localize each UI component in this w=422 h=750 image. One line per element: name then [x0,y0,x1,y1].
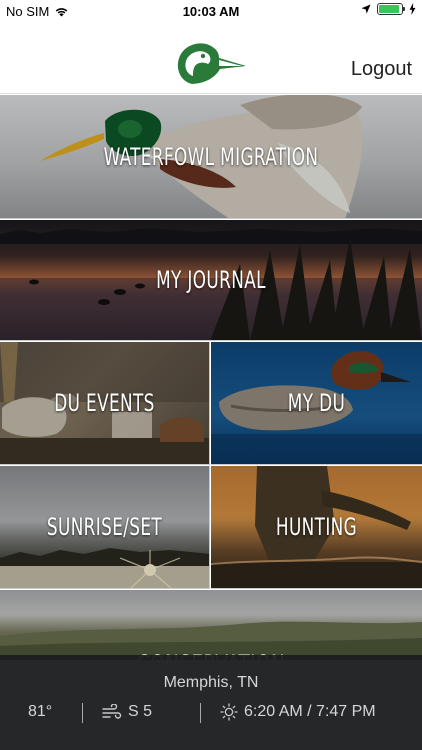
sun-icon [220,703,238,721]
status-right [361,3,416,15]
sun-times-value: 6:20 AM / 7:47 PM [244,703,376,720]
charging-bolt-icon [409,3,416,15]
logout-button[interactable]: Logout [351,58,412,81]
ducks-unlimited-logo [177,43,246,84]
tile-my-du[interactable]: MY DU [211,342,422,465]
weather-bar: Memphis, TN 81° S 5 6:20 AM / 7:47 PM [0,655,422,750]
tile-hunting[interactable]: HUNTING [211,466,422,589]
wind-icon [102,704,122,719]
tile-label-waterfowl-migration: WATERFOWL MIGRATION [103,142,319,171]
sun-times: 6:20 AM / 7:47 PM [220,703,376,721]
weather-details: 81° S 5 6:20 AM / 7:47 PM [0,703,422,725]
tile-label-hunting: HUNTING [275,513,358,541]
app-header: Logout [0,22,422,94]
status-bar: No SIM 10:03 AM [0,0,422,22]
tile-conservation[interactable]: CONSERVATION [0,590,422,660]
temperature-value: 81° [28,703,53,720]
tile-du-events[interactable]: DU EVENTS [0,342,210,465]
tile-label-sunrise-sunset: SUNRISE/SET [46,513,163,541]
wind-value: S 5 [128,703,153,720]
tile-my-journal[interactable]: MY JOURNAL [0,220,422,341]
weather-divider [82,703,83,723]
weather-city: Memphis, TN [163,674,259,691]
battery-icon [377,3,405,15]
tile-label-du-events: DU EVENTS [54,389,155,417]
location-arrow-icon [361,4,371,14]
tile-waterfowl-migration[interactable]: WATERFOWL MIGRATION [0,95,422,219]
wind-info: S 5 [102,703,152,721]
tile-label-my-journal: MY JOURNAL [156,266,266,294]
clock: 10:03 AM [182,4,240,19]
tile-label-my-du: MY DU [287,389,346,417]
tile-sunrise-sunset[interactable]: SUNRISE/SET [0,466,210,589]
weather-divider [200,703,201,723]
